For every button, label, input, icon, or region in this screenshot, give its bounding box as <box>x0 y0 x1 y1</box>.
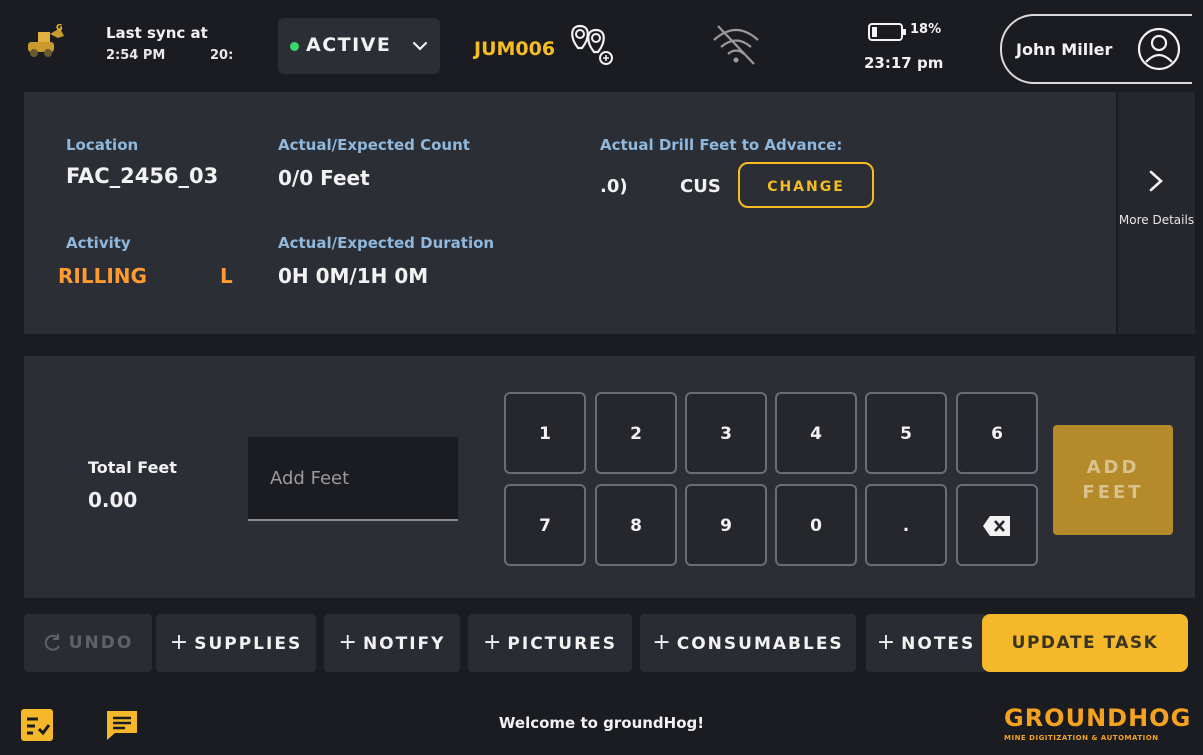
pictures-label: PICTURES <box>507 634 618 654</box>
top-bar: G Last sync at 2:54 PM 20: ACTIVE JUM006 <box>8 8 1195 88</box>
key-backspace[interactable] <box>956 484 1038 566</box>
supplies-label: SUPPLIES <box>194 634 303 654</box>
update-task-button[interactable]: UPDATE TASK <box>982 614 1188 672</box>
user-name: John Miller <box>1016 40 1113 59</box>
add-supplies-button[interactable]: + SUPPLIES <box>156 614 316 672</box>
add-notify-button[interactable]: + NOTIFY <box>324 614 460 672</box>
key-5[interactable]: 5 <box>865 392 947 474</box>
sync-time: 2:54 PM <box>106 48 166 63</box>
change-button[interactable]: CHANGE <box>738 162 874 208</box>
duration-value: 0H 0M/1H 0M <box>278 264 429 288</box>
chevron-down-icon <box>412 41 428 51</box>
undo-label: UNDO <box>68 633 134 653</box>
task-info-panel <box>24 92 1116 334</box>
plus-icon: + <box>338 630 359 655</box>
activity-suffix: L <box>220 264 233 288</box>
plus-icon: + <box>876 630 898 655</box>
status-dot <box>290 42 299 51</box>
status-dropdown[interactable]: ACTIVE <box>278 18 440 74</box>
sync-date-truncated: 20: <box>210 48 234 63</box>
key-7[interactable]: 7 <box>504 484 586 566</box>
more-details-button[interactable]: More Details <box>1118 92 1195 334</box>
count-label: Actual/Expected Count <box>278 136 470 154</box>
add-feet-line1: ADD <box>1086 457 1140 478</box>
backspace-icon <box>983 516 1010 536</box>
add-notes-button[interactable]: + NOTES <box>866 614 986 672</box>
plus-icon: + <box>652 630 673 655</box>
count-value: 0/0 Feet <box>278 166 370 190</box>
key-2[interactable]: 2 <box>595 392 677 474</box>
add-pictures-button[interactable]: + PICTURES <box>468 614 632 672</box>
sync-label: Last sync at <box>106 24 208 42</box>
chevron-right-icon <box>1149 170 1163 192</box>
key-4[interactable]: 4 <box>775 392 857 474</box>
key-3[interactable]: 3 <box>685 392 767 474</box>
plus-icon: + <box>169 630 191 655</box>
add-feet-button[interactable]: ADD FEET <box>1053 425 1173 535</box>
bottom-bar: Welcome to groundHog! GROUNDHOG MINE DIG… <box>8 690 1195 755</box>
key-9[interactable]: 9 <box>685 484 767 566</box>
user-avatar-icon <box>1137 27 1181 71</box>
undo-icon <box>44 634 60 651</box>
battery-icon <box>868 23 906 41</box>
brand-logo: GROUNDHOG <box>1004 704 1192 732</box>
map-pins-icon[interactable] <box>566 22 618 68</box>
consumables-label: CONSUMABLES <box>676 634 844 654</box>
key-0[interactable]: 0 <box>775 484 857 566</box>
svg-text:G: G <box>56 23 63 32</box>
wifi-off-icon <box>713 25 759 65</box>
more-details-label: More Details <box>1118 213 1195 227</box>
equipment-id: JUM006 <box>474 38 556 60</box>
key-1[interactable]: 1 <box>504 392 586 474</box>
add-feet-line2: FEET <box>1082 482 1144 503</box>
undo-button[interactable]: UNDO <box>24 614 152 672</box>
user-profile-button[interactable]: John Miller <box>1000 14 1192 84</box>
status-value: ACTIVE <box>306 34 392 56</box>
activity-value: RILLING <box>58 264 147 288</box>
excavator-icon: G <box>28 23 64 57</box>
location-value: FAC_2456_03 <box>66 164 219 188</box>
brand-tagline: MINE DIGITIZATION & AUTOMATION <box>1004 734 1159 742</box>
key-6[interactable]: 6 <box>956 392 1038 474</box>
add-consumables-button[interactable]: + CONSUMABLES <box>640 614 856 672</box>
drill-feet-unit: CUS <box>680 176 721 197</box>
drill-feet-label: Actual Drill Feet to Advance: <box>600 136 843 154</box>
key-8[interactable]: 8 <box>595 484 677 566</box>
clock: 23:17 pm <box>864 54 944 72</box>
battery-percent: 18% <box>910 22 942 37</box>
add-feet-input[interactable] <box>248 437 458 521</box>
plus-icon: + <box>482 630 504 655</box>
duration-label: Actual/Expected Duration <box>278 234 495 252</box>
total-feet-value: 0.00 <box>88 488 138 512</box>
notify-label: NOTIFY <box>362 634 446 654</box>
total-feet-label: Total Feet <box>88 458 177 477</box>
app-frame: G Last sync at 2:54 PM 20: ACTIVE JUM006 <box>8 8 1195 755</box>
notes-label: NOTES <box>901 634 976 654</box>
key-decimal[interactable]: . <box>865 484 947 566</box>
location-label: Location <box>66 136 139 154</box>
drill-feet-value: .0) <box>600 176 628 197</box>
activity-label: Activity <box>66 234 131 252</box>
